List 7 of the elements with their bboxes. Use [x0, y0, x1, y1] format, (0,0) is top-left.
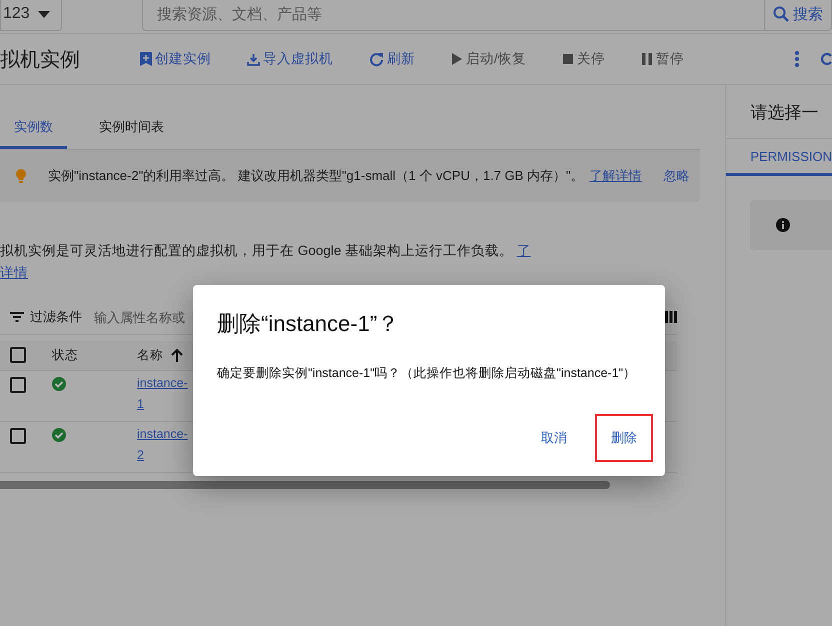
- description-text: 拟机实例是可灵活地进行配置的虚拟机，用于在 Google 基础架构上运行工作负载。: [0, 243, 514, 258]
- panel-title: 请选择一: [726, 85, 832, 139]
- page-title: 拟机实例: [0, 48, 80, 72]
- notice-text: 实例"instance-2"的利用率过高。 建议改用机器类型"g1-small（1 个 vCPU，1.7 GB 内存）"。: [48, 167, 584, 185]
- dialog-title: 删除“instance-1”？: [217, 310, 400, 338]
- filter-label: 过滤条件: [30, 308, 82, 326]
- dialog-message: 确定要删除实例"instance-1"吗？（此操作也将删除启动磁盘"instance-1"）: [217, 365, 638, 382]
